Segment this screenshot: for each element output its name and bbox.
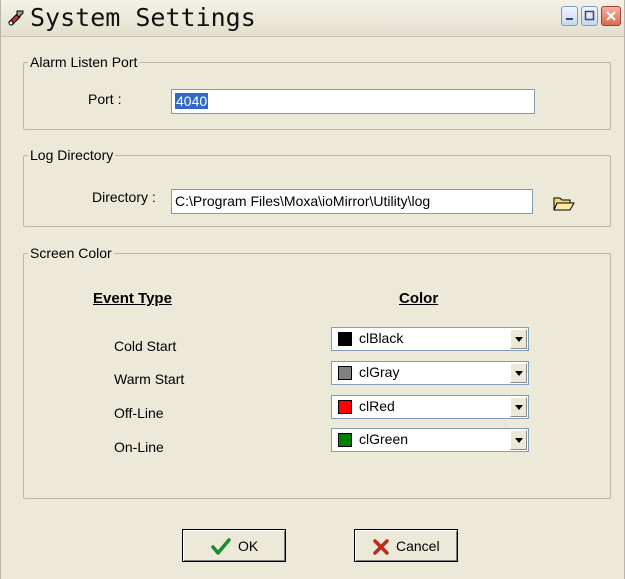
chevron-down-icon[interactable]	[510, 430, 527, 450]
ok-button[interactable]: OK	[182, 529, 286, 562]
ok-label: OK	[238, 538, 259, 554]
tools-icon	[8, 10, 24, 26]
color-swatch	[338, 332, 352, 346]
port-label: Port :	[88, 91, 122, 107]
event-label-on-line: On-Line	[114, 439, 164, 455]
directory-input[interactable]: C:\Program Files\Moxa\ioMirror\Utility\l…	[171, 189, 533, 214]
log-directory-legend: Log Directory	[28, 146, 116, 164]
x-icon	[373, 539, 389, 555]
color-select-value: clBlack	[359, 330, 404, 346]
color-select-on-line[interactable]: clGreen	[331, 428, 529, 452]
alarm-listen-port-legend: Alarm Listen Port	[28, 53, 140, 71]
color-select-cold-start[interactable]: clBlack	[331, 327, 529, 351]
close-button[interactable]	[601, 6, 621, 26]
cancel-label: Cancel	[396, 538, 440, 554]
checkmark-icon	[211, 538, 231, 555]
maximize-button[interactable]	[581, 6, 598, 26]
maximize-icon	[584, 10, 595, 21]
color-swatch	[338, 366, 352, 380]
close-icon	[606, 11, 616, 21]
screen-color-legend: Screen Color	[28, 244, 114, 262]
port-input[interactable]: 4040	[171, 89, 535, 114]
color-swatch	[338, 400, 352, 414]
color-select-value: clGreen	[359, 431, 409, 447]
chevron-down-icon[interactable]	[510, 397, 527, 417]
chevron-down-icon[interactable]	[510, 329, 527, 349]
chevron-down-icon[interactable]	[510, 363, 527, 383]
event-label-warm-start: Warm Start	[114, 371, 185, 387]
color-swatch	[338, 433, 352, 447]
event-label-off-line: Off-Line	[114, 405, 164, 421]
color-select-off-line[interactable]: clRed	[331, 395, 529, 419]
event-type-header: Event Type	[93, 290, 172, 307]
directory-label: Directory :	[92, 189, 156, 205]
port-value: 4040	[175, 93, 209, 109]
cancel-button[interactable]: Cancel	[354, 529, 458, 562]
minimize-icon	[566, 18, 573, 20]
color-select-value: clGray	[359, 364, 400, 380]
system-settings-window: System Settings Alarm Listen Port Port :…	[0, 0, 625, 579]
title-bar[interactable]: System Settings	[1, 0, 624, 37]
color-header: Color	[399, 290, 439, 307]
event-label-cold-start: Cold Start	[114, 338, 177, 354]
folder-open-icon[interactable]	[553, 196, 575, 212]
color-select-warm-start[interactable]: clGray	[331, 361, 529, 385]
color-select-value: clRed	[359, 398, 395, 414]
window-title: System Settings	[30, 3, 256, 32]
minimize-button[interactable]	[561, 6, 578, 26]
